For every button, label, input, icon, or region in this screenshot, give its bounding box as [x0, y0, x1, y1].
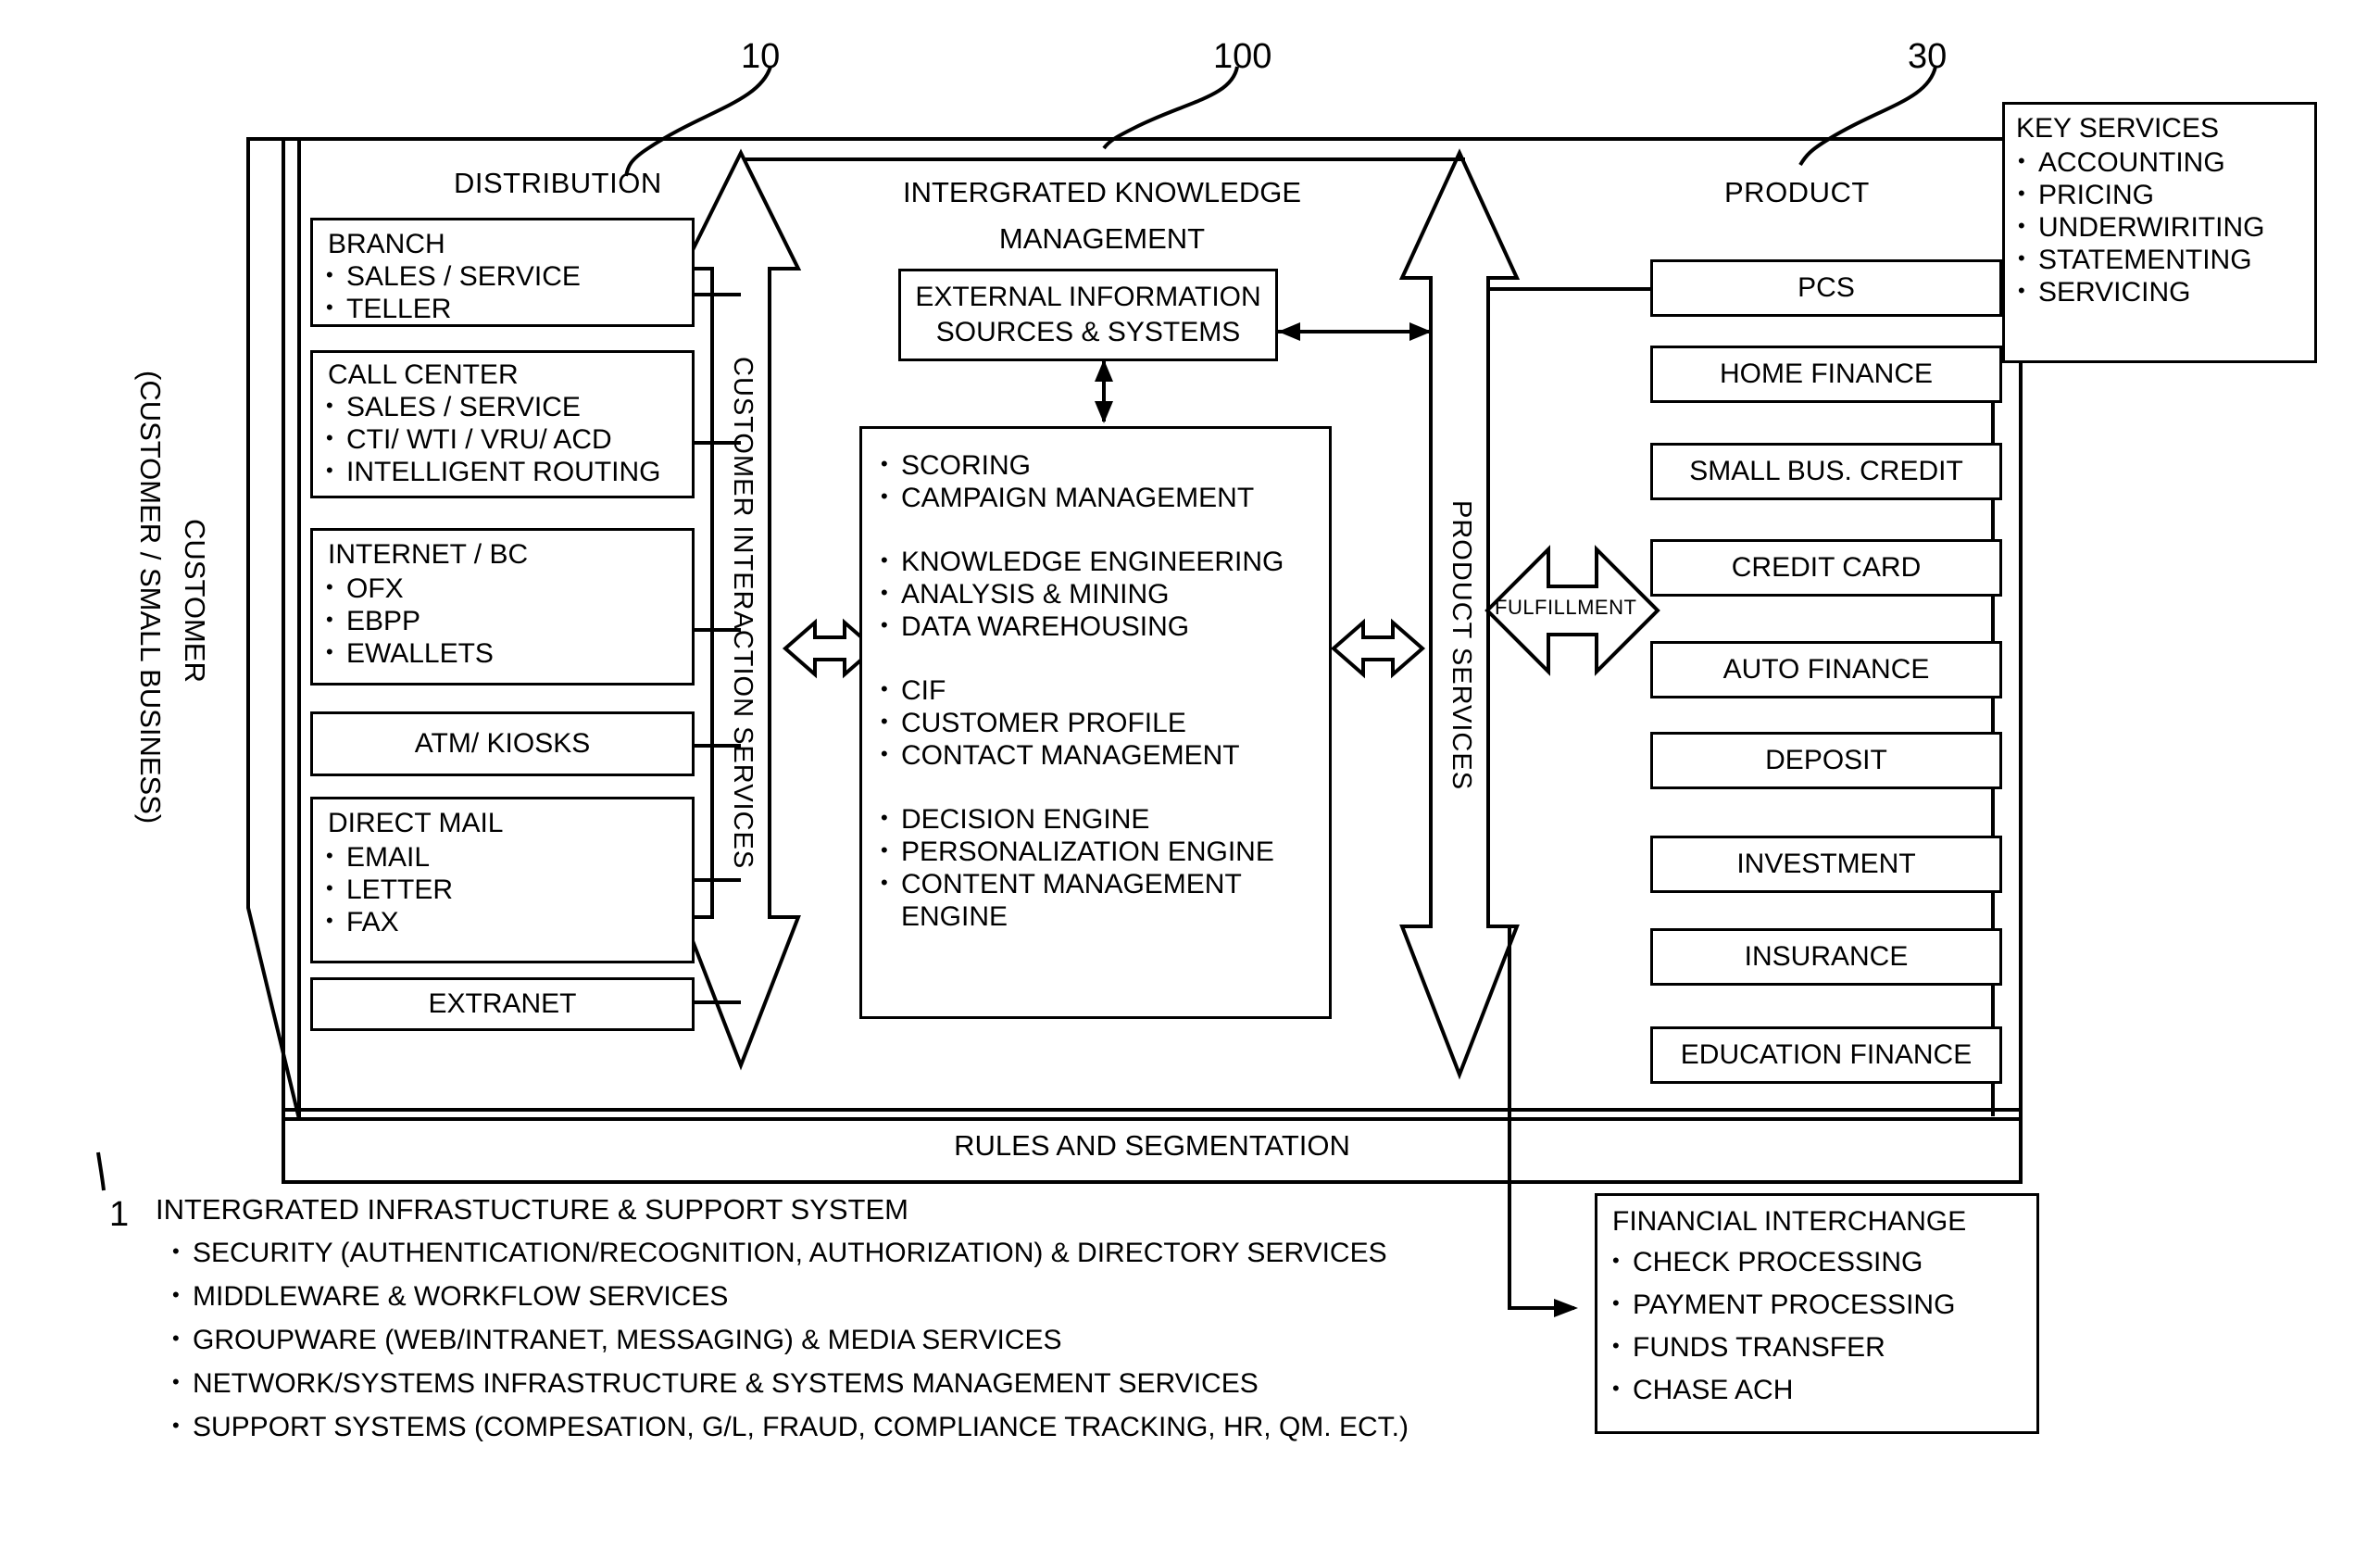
channel-header: CALL CENTER [328, 359, 519, 390]
product-item-auto-finance[interactable]: AUTO FINANCE [1650, 641, 2002, 698]
financial-interchange-title: FINANCIAL INTERCHANGE [1612, 1206, 1967, 1237]
channel-header: ATM/ KIOSKS [414, 728, 591, 759]
distribution-channel-direct-mail[interactable]: DIRECT MAIL EMAIL LETTER FAX [310, 797, 695, 963]
ikm-capabilities-box[interactable]: SCORING CAMPAIGN MANAGEMENT KNOWLEDGE EN… [859, 426, 1332, 1019]
channel-header: INTERNET / BC [328, 539, 529, 570]
distribution-channel-call-center[interactable]: CALL CENTER SALES / SERVICE CTI/ WTI / V… [310, 350, 695, 498]
financial-interchange-item: CHASE ACH [1609, 1367, 2036, 1412]
product-item-investment[interactable]: INVESTMENT [1650, 836, 2002, 893]
channel-item: EMAIL [322, 839, 692, 874]
ikm-item: CAMPAIGN MANAGEMENT [877, 480, 1329, 514]
key-services-box[interactable]: KEY SERVICES ACCOUNTING PRICING UNDERWIR… [2002, 102, 2317, 363]
rules-band-label: RULES AND SEGMENTATION [954, 1129, 1350, 1162]
product-item-label: CREDIT CARD [1731, 552, 1922, 583]
channel-item: EBPP [322, 603, 692, 637]
ikm-item: CIF [877, 673, 1329, 707]
channel-item: SALES / SERVICE [322, 389, 692, 423]
product-item-insurance[interactable]: INSURANCE [1650, 928, 2002, 986]
product-services-label: PRODUCT SERVICES [1447, 500, 1476, 791]
ref-numeral-100: 100 [1213, 37, 1272, 76]
customer-interaction-services-label: CUSTOMER INTERACTION SERVICES [728, 357, 758, 870]
distribution-channel-branch[interactable]: BRANCH SALES / SERVICE TELLER [310, 218, 695, 327]
channel-header: EXTRANET [428, 988, 577, 1019]
financial-interchange-item: FUNDS TRANSFER [1609, 1325, 2036, 1369]
ref-numeral-1: 1 [109, 1195, 130, 1234]
ikm-title-line1: INTERGRATED KNOWLEDGE [902, 176, 1302, 208]
product-item-label: AUTO FINANCE [1722, 654, 1930, 685]
ikm-item: KNOWLEDGE ENGINEERING [877, 544, 1329, 578]
channel-item: TELLER [322, 291, 692, 325]
key-services-item: UNDERWIRITING [2014, 209, 2314, 244]
ikm-item: CUSTOMER PROFILE [877, 705, 1329, 739]
external-info-line2: SOURCES & SYSTEMS [935, 317, 1241, 347]
product-item-label: EDUCATION FINANCE [1680, 1039, 1973, 1070]
ikm-item: DECISION ENGINE [877, 801, 1329, 836]
ikm-item: CONTACT MANAGEMENT [877, 737, 1329, 772]
channel-header: BRANCH [328, 229, 445, 259]
product-item-home-finance[interactable]: HOME FINANCE [1650, 346, 2002, 403]
product-item-education-finance[interactable]: EDUCATION FINANCE [1650, 1026, 2002, 1084]
channel-item: LETTER [322, 872, 692, 906]
ikm-item: PERSONALIZATION ENGINE [877, 834, 1329, 868]
key-services-title: KEY SERVICES [2016, 113, 2219, 144]
product-item-label: HOME FINANCE [1719, 359, 1933, 389]
ikm-item: ANALYSIS & MINING [877, 576, 1329, 610]
key-services-item: ACCOUNTING [2014, 145, 2314, 179]
product-item-label: PCS [1798, 272, 1855, 303]
channel-item: FAX [322, 904, 692, 938]
customer-label-line1: CUSTOMER [179, 519, 211, 683]
channel-item: OFX [322, 571, 692, 605]
infrastructure-item: SUPPORT SYSTEMS (COMPESATION, G/L, FRAUD… [169, 1403, 1409, 1449]
distribution-channel-extranet[interactable]: EXTRANET [310, 977, 695, 1031]
channel-item: CTI/ WTI / VRU/ ACD [322, 421, 692, 456]
product-item-label: DEPOSIT [1765, 745, 1887, 775]
product-item-small-bus-credit[interactable]: SMALL BUS. CREDIT [1650, 443, 2002, 500]
patent-figure: 10 100 30 1 CUSTOMER (CUSTOMER / SMALL B… [0, 0, 2380, 1560]
infrastructure-item: SECURITY (AUTHENTICATION/RECOGNITION, AU… [169, 1229, 1409, 1275]
product-item-label: INVESTMENT [1736, 849, 1916, 879]
distribution-channel-atm-kiosks[interactable]: ATM/ KIOSKS [310, 711, 695, 776]
product-item-deposit[interactable]: DEPOSIT [1650, 732, 2002, 789]
infrastructure-item: NETWORK/SYSTEMS INFRASTRUCTURE & SYSTEMS… [169, 1360, 1409, 1405]
customer-label-line2: (CUSTOMER / SMALL BUSINESS) [134, 371, 167, 824]
ikm-item: DATA WAREHOUSING [877, 609, 1329, 643]
key-services-item: SERVICING [2014, 274, 2314, 308]
ref-numeral-30: 30 [1908, 37, 1948, 76]
fulfillment-label: FULFILLMENT [1495, 596, 1637, 619]
channel-item: SALES / SERVICE [322, 258, 692, 293]
product-item-label: INSURANCE [1744, 941, 1909, 972]
product-title: PRODUCT [1724, 176, 1870, 208]
external-info-line1: EXTERNAL INFORMATION [915, 282, 1261, 312]
key-services-item: STATEMENTING [2014, 242, 2314, 276]
ikm-item-wrap: ENGINE [901, 901, 1008, 932]
financial-interchange-item: PAYMENT PROCESSING [1609, 1282, 2036, 1327]
rules-and-segmentation-band: RULES AND SEGMENTATION [282, 1108, 2023, 1184]
infrastructure-block: INTERGRATED INFRASTUCTURE & SUPPORT SYST… [156, 1193, 1409, 1449]
financial-interchange-item: CHECK PROCESSING [1609, 1239, 2036, 1284]
distribution-channel-internet[interactable]: INTERNET / BC OFX EBPP EWALLETS [310, 528, 695, 686]
ikm-title-line2: MANAGEMENT [998, 222, 1206, 255]
financial-interchange-box[interactable]: FINANCIAL INTERCHANGE CHECK PROCESSING P… [1595, 1193, 2039, 1434]
distribution-title: DISTRIBUTION [454, 167, 662, 199]
infrastructure-item: MIDDLEWARE & WORKFLOW SERVICES [169, 1273, 1409, 1318]
channel-item: INTELLIGENT ROUTING [322, 454, 692, 488]
external-information-sources-box[interactable]: EXTERNAL INFORMATION SOURCES & SYSTEMS [898, 269, 1278, 361]
product-item-credit-card[interactable]: CREDIT CARD [1650, 539, 2002, 597]
product-item-label: SMALL BUS. CREDIT [1689, 456, 1963, 486]
infrastructure-title: INTERGRATED INFRASTUCTURE & SUPPORT SYST… [156, 1193, 908, 1226]
infrastructure-item: GROUPWARE (WEB/INTRANET, MESSAGING) & ME… [169, 1316, 1409, 1362]
channel-item: EWALLETS [322, 635, 692, 670]
ikm-item: CONTENT MANAGEMENT [877, 866, 1329, 900]
ref-numeral-10: 10 [741, 37, 781, 76]
ikm-item: SCORING [877, 447, 1329, 482]
product-item-pcs[interactable]: PCS [1650, 259, 2002, 317]
channel-header: DIRECT MAIL [328, 808, 504, 838]
key-services-item: PRICING [2014, 177, 2314, 211]
